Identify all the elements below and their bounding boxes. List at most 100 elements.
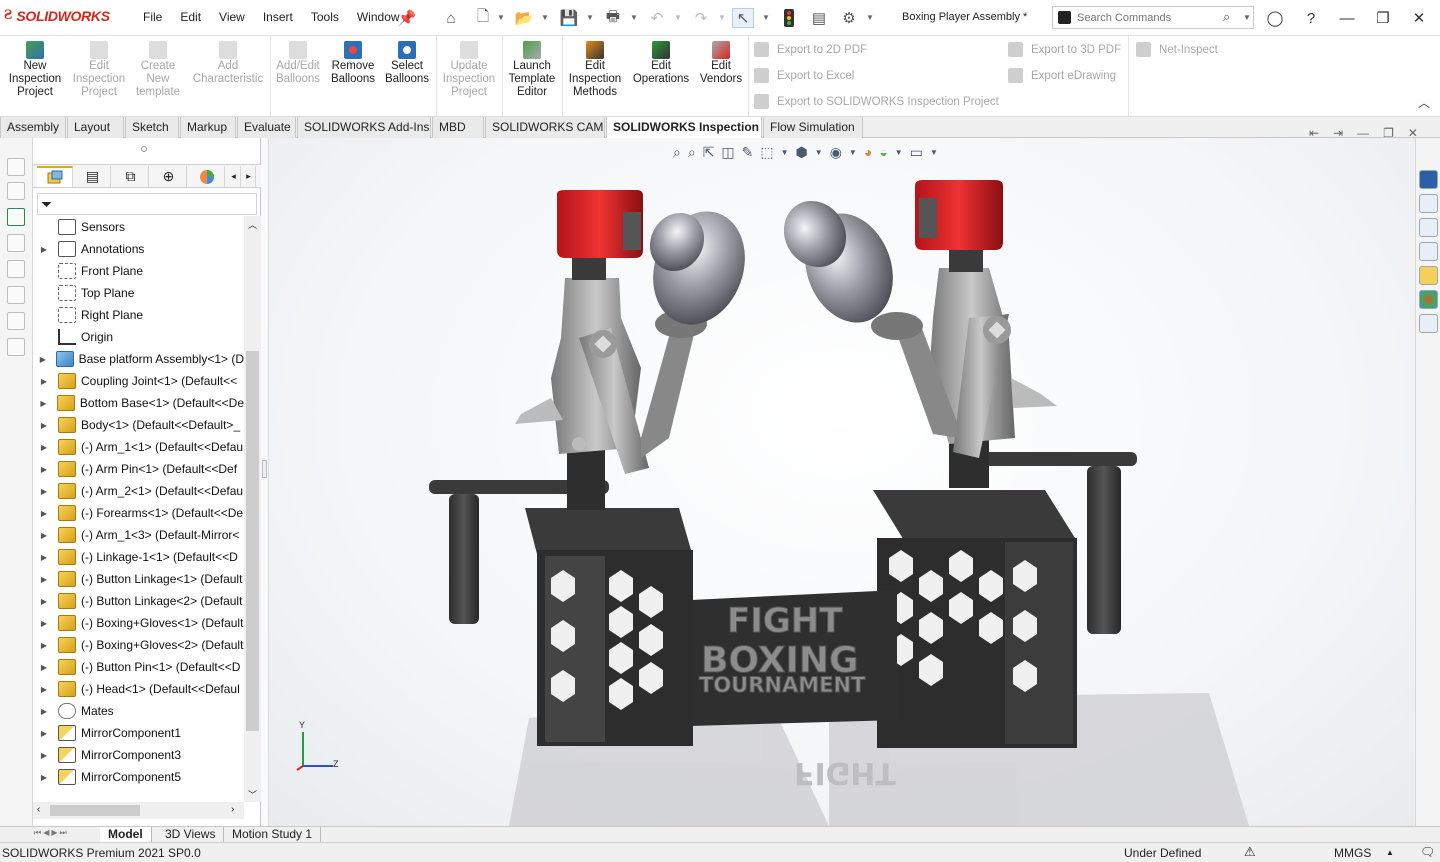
scroll-up-icon[interactable]: ︿ <box>248 218 257 231</box>
close-button[interactable]: ✕ <box>1406 6 1432 30</box>
scroll-thumb[interactable] <box>246 351 259 731</box>
create-new-template-button[interactable]: Create New template <box>132 41 184 99</box>
menu-edit[interactable]: Edit <box>171 10 210 24</box>
expand-arrow-icon[interactable]: ▶ <box>39 773 49 782</box>
export-3d-pdf-button[interactable]: Export to 3D PDF <box>1008 42 1121 57</box>
unit-system[interactable]: MMGS <box>1334 846 1371 860</box>
scroll-left-icon[interactable]: ‹ <box>37 804 40 815</box>
menu-insert[interactable]: Insert <box>254 10 302 24</box>
expand-arrow-icon[interactable]: ▶ <box>39 487 49 496</box>
export-inspection-project-button[interactable]: Export to SOLIDWORKS Inspection Project <box>754 94 999 109</box>
tree-item[interactable]: ▶ MirrorComponent1 <box>33 722 244 744</box>
redo-icon[interactable]: ↷ <box>690 8 712 28</box>
pin-icon[interactable]: 📌 <box>396 8 418 28</box>
tree-item[interactable]: ▶ MirrorComponent3 <box>33 744 244 766</box>
tree-item[interactable]: ▶ Body<1> (Default<<Default>_ <box>33 414 244 436</box>
edit-operations-button[interactable]: Edit Operations <box>630 41 692 86</box>
tree-item[interactable]: ▶ (-) Arm_2<1> (Default<<Defau <box>33 480 244 502</box>
tab-assembly[interactable]: Assembly <box>0 117 66 138</box>
weld-symbol-icon[interactable] <box>7 338 25 356</box>
custom-properties-icon[interactable] <box>1419 290 1438 309</box>
tree-item[interactable]: ▶ (-) Button Pin<1> (Default<<D <box>33 656 244 678</box>
tab-scroll-left-icon[interactable]: ◂ <box>227 166 241 187</box>
display-manager-tab-icon[interactable] <box>189 166 225 187</box>
chevron-down-icon[interactable]: ▼ <box>866 13 874 22</box>
tree-item[interactable]: ▶ (-) Boxing+Gloves<2> (Default <box>33 634 244 656</box>
chevron-down-icon[interactable]: ▼ <box>762 13 770 22</box>
appearances-icon[interactable] <box>1419 266 1438 285</box>
print-icon[interactable]: 🖶 <box>602 8 624 28</box>
next-tab-icon[interactable]: ▶ <box>51 828 57 838</box>
rebuild-icon[interactable]: ⚠ <box>1244 844 1256 860</box>
tree-item[interactable]: ▶ Base platform Assembly<1> (D <box>33 348 244 370</box>
tab-solidworks-inspection[interactable]: SOLIDWORKS Inspection <box>606 117 762 138</box>
save-icon[interactable]: 💾 <box>558 8 580 28</box>
expand-arrow-icon[interactable]: ▶ <box>39 685 49 694</box>
remove-balloons-button[interactable]: Remove Balloons <box>326 41 380 86</box>
tree-item[interactable]: ▶ (-) Boxing+Gloves<1> (Default <box>33 612 244 634</box>
undo-icon[interactable]: ↶ <box>646 8 668 28</box>
scroll-thumb[interactable] <box>50 805 140 816</box>
expand-arrow-icon[interactable]: ▶ <box>39 729 49 738</box>
inspection-pane-icon[interactable] <box>1419 314 1438 333</box>
file-properties-icon[interactable]: ▤ <box>808 8 830 28</box>
tree-item[interactable]: ▶ MirrorComponent5 <box>33 766 244 788</box>
expand-arrow-icon[interactable]: ▶ <box>39 509 49 518</box>
tree-item[interactable]: ▶ Coupling Joint<1> (Default<< <box>33 370 244 392</box>
tab-layout[interactable]: Layout <box>67 117 124 138</box>
annotation-icon[interactable] <box>7 260 25 278</box>
splitter-handle-icon[interactable] <box>262 460 267 478</box>
expand-arrow-icon[interactable]: ▶ <box>39 377 49 386</box>
add-characteristic-button[interactable]: Add Characteristic <box>188 41 268 86</box>
search-icon[interactable]: ⌕ <box>1223 9 1230 25</box>
surface-finish-icon[interactable] <box>7 286 25 304</box>
design-library-icon[interactable] <box>1419 194 1438 213</box>
select-arrow-icon[interactable]: ↖ <box>732 8 754 28</box>
tree-item[interactable]: ▶ (-) Arm Pin<1> (Default<<Def <box>33 458 244 480</box>
menu-view[interactable]: View <box>210 10 254 24</box>
help-icon[interactable]: ? <box>1298 6 1324 30</box>
view-palette-icon[interactable] <box>1419 242 1438 261</box>
expand-arrow-icon[interactable]: ▶ <box>39 355 47 364</box>
net-inspect-button[interactable]: Net-Inspect <box>1136 42 1218 57</box>
expand-arrow-icon[interactable]: ▶ <box>39 597 49 606</box>
tab-evaluate[interactable]: Evaluate <box>237 117 296 138</box>
graphics-area[interactable]: ⌕ ⌕ ⇱ ◫ ✎ ⬚ ▼ ⬢ ▼ ◉ ▼ ◕ ◒ ▼ ▭ ▼ ⇤ ⇥ — ❐ … <box>269 126 1418 826</box>
traffic-light-icon[interactable] <box>778 8 800 28</box>
tab-scroll-right-icon[interactable]: ▸ <box>242 166 256 187</box>
panel-handle-icon[interactable] <box>141 146 147 152</box>
tree-item[interactable]: Origin <box>33 326 244 348</box>
home-icon[interactable]: ⌂ <box>440 8 462 28</box>
options-gear-icon[interactable]: ⚙ <box>838 8 860 28</box>
expand-arrow-icon[interactable]: ▶ <box>39 421 49 430</box>
tab-3d-views[interactable]: 3D Views <box>157 827 225 842</box>
edit-inspection-methods-button[interactable]: Edit Inspection Methods <box>564 41 626 99</box>
first-tab-icon[interactable]: ⏮ <box>34 828 41 838</box>
tab-sketch[interactable]: Sketch <box>125 117 179 138</box>
search-input[interactable] <box>1077 10 1227 26</box>
expand-arrow-icon[interactable]: ▶ <box>39 465 49 474</box>
scroll-down-icon[interactable]: ﹀ <box>248 788 257 801</box>
search-commands-box[interactable]: ⌕ ▼ <box>1052 6 1254 29</box>
dimxpert-tab-icon[interactable]: ⊕ <box>151 166 187 187</box>
configuration-manager-tab-icon[interactable]: ⧉ <box>113 166 149 187</box>
tree-item[interactable]: Sensors <box>33 216 244 238</box>
tree-item[interactable]: Top Plane <box>33 282 244 304</box>
tree-item[interactable]: ▶ Bottom Base<1> (Default<<De <box>33 392 244 414</box>
tree-item[interactable]: ▶ (-) Arm_1<1> (Default<<Defau <box>33 436 244 458</box>
tab-flow-simulation[interactable]: Flow Simulation <box>763 117 863 138</box>
edit-inspection-project-button[interactable]: Edit Inspection Project <box>68 41 130 99</box>
launch-template-editor-button[interactable]: Launch Template Editor <box>504 41 560 99</box>
geometric-tolerance-icon[interactable] <box>7 312 25 330</box>
export-2d-pdf-button[interactable]: Export to 2D PDF <box>754 42 867 57</box>
chevron-down-icon[interactable]: ▼ <box>497 13 505 22</box>
new-inspection-project-button[interactable]: New Inspection Project <box>4 41 66 99</box>
last-tab-icon[interactable]: ⏭ <box>60 828 67 838</box>
property-manager-tab-icon[interactable]: ▤ <box>75 166 111 187</box>
update-inspection-project-button[interactable]: Update Inspection Project <box>438 41 500 99</box>
tree-item[interactable]: ▶ Mates <box>33 700 244 722</box>
tree-item[interactable]: Right Plane <box>33 304 244 326</box>
tab-solidworks-add-ins[interactable]: SOLIDWORKS Add-Ins <box>297 117 431 138</box>
panel-splitter[interactable] <box>261 138 269 826</box>
chevron-down-icon[interactable]: ▼ <box>674 13 682 22</box>
